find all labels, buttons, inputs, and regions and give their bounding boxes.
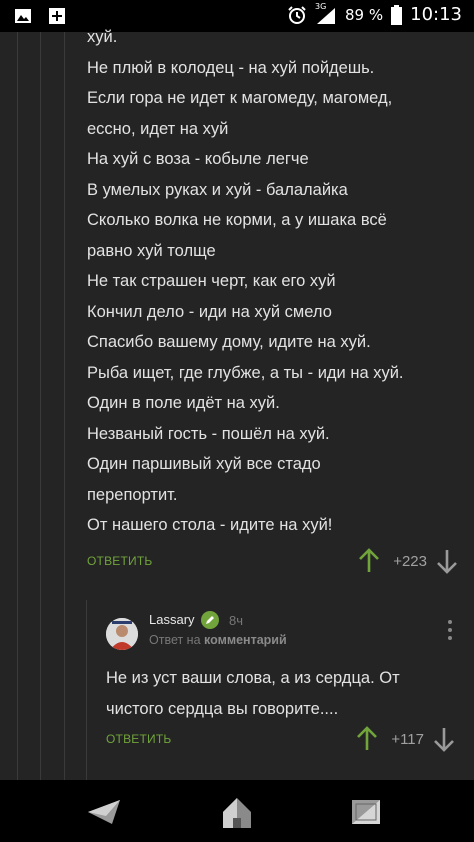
upvote-arrow-icon[interactable] bbox=[357, 548, 381, 574]
text-line: равно хуй толще bbox=[87, 241, 216, 260]
text-line: Спасибо вашему дому, идите на хуй. bbox=[87, 333, 371, 351]
text-line: Не так страшен черт, как его хуй bbox=[87, 272, 336, 290]
add-notification-icon bbox=[49, 8, 65, 24]
text-line: Не плюй в колодец - на хуй пойдешь. bbox=[87, 58, 375, 77]
vote-controls: +117 bbox=[355, 726, 456, 752]
downvote-arrow-icon[interactable] bbox=[432, 726, 456, 752]
upvote-arrow-icon[interactable] bbox=[355, 726, 379, 752]
home-icon[interactable] bbox=[219, 794, 255, 830]
reply-body: Не из уст ваши слова, а из сердца. От чис… bbox=[106, 663, 456, 724]
text-line: Рыба ищет, где глубже, а ты - иди на хуй… bbox=[87, 363, 404, 382]
reply-button[interactable]: ОТВЕТИТЬ bbox=[106, 732, 171, 746]
text-line: Сколько волка не корми, а у ишака всё bbox=[87, 211, 387, 229]
text-line: Если гора не идет к магомеду, магомед, bbox=[87, 89, 393, 107]
more-options-icon[interactable] bbox=[445, 618, 455, 642]
rating: +223 bbox=[393, 552, 427, 570]
parent-comment-link[interactable]: комментарий bbox=[204, 633, 287, 647]
avatar[interactable] bbox=[106, 618, 138, 650]
text-line: хуй. bbox=[87, 28, 118, 46]
thread-line bbox=[64, 32, 65, 780]
vote-controls: +223 bbox=[357, 548, 459, 574]
text-line: Один в поле идёт на хуй. bbox=[87, 394, 280, 412]
text-line: Незваный гость - пошёл на хуй. bbox=[87, 424, 330, 443]
back-icon[interactable] bbox=[86, 794, 122, 830]
text-line: перепортит. bbox=[87, 485, 178, 504]
text-line: ессно, идет на хуй bbox=[87, 119, 229, 138]
battery-percent: 89 % bbox=[345, 5, 384, 24]
image-notification-icon bbox=[15, 9, 31, 23]
navigation-bar bbox=[0, 780, 474, 842]
username[interactable]: Lassary bbox=[149, 612, 195, 627]
thread-line bbox=[40, 32, 41, 780]
comment-time: 8ч bbox=[229, 613, 244, 628]
rating: +117 bbox=[391, 730, 424, 748]
comment-body: хуй. Не плюй в колодец - на хуй пойдешь. Е… bbox=[87, 22, 457, 541]
comment-actions: ОТВЕТИТЬ +223 bbox=[87, 548, 459, 574]
text-line: Кончил дело - иди на хуй смело bbox=[87, 302, 332, 321]
verified-pencil-icon bbox=[201, 611, 219, 629]
thread-line bbox=[17, 32, 18, 780]
downvote-arrow-icon[interactable] bbox=[435, 548, 459, 574]
reply-button[interactable]: ОТВЕТИТЬ bbox=[87, 554, 152, 568]
text-line: Не из уст ваши слова, а из сердца. От bbox=[106, 669, 400, 687]
thread-line bbox=[86, 600, 87, 780]
reply-context-prefix: Ответ на bbox=[149, 633, 201, 647]
recent-apps-icon[interactable] bbox=[348, 794, 384, 830]
text-line: Один паршивый хуй все стадо bbox=[87, 455, 321, 473]
text-line: В умелых руках и хуй - балалайка bbox=[87, 180, 348, 199]
reply-context: Ответ на комментарий bbox=[149, 633, 287, 647]
reply-actions: ОТВЕТИТЬ +117 bbox=[106, 726, 456, 752]
text-line: На хуй с воза - кобыле легче bbox=[87, 150, 309, 168]
text-line: чистого сердца вы говорите.... bbox=[106, 699, 339, 718]
text-line: От нашего стола - идите на хуй! bbox=[87, 516, 333, 534]
